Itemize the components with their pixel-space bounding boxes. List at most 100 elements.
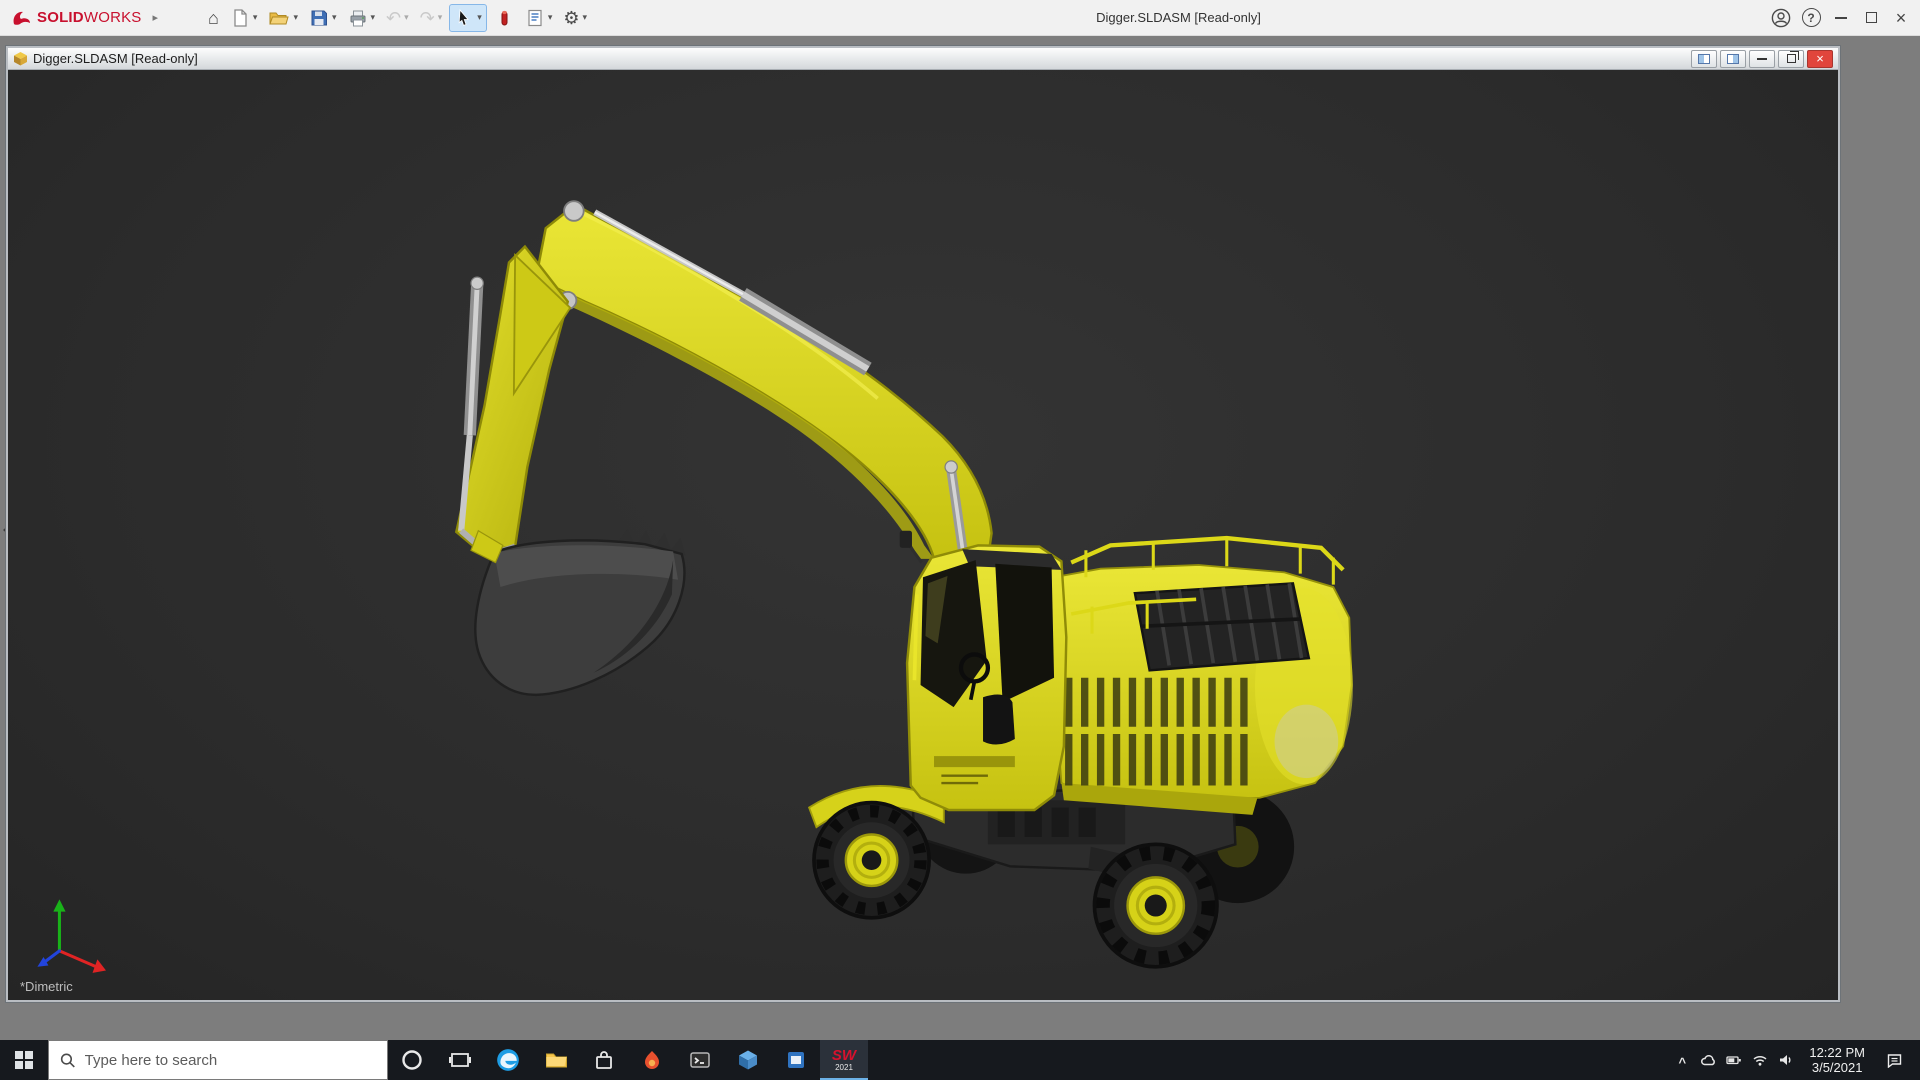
home-button[interactable]: ⌂	[204, 4, 223, 32]
new-document-button[interactable]: ▾	[226, 4, 262, 32]
taskbar-item-task-view[interactable]	[436, 1040, 484, 1080]
undo-button[interactable]: ↶▾	[382, 4, 413, 32]
document-close-button[interactable]: ×	[1807, 50, 1833, 68]
document-title: Digger.SLDASM [Read-only]	[33, 51, 198, 66]
side-mirror	[900, 531, 912, 548]
app-titlebar: SOLIDWORKS ▸ ⌂ ▾ ▾ ▾ ▾ ↶▾ ↷▾ ▾	[0, 0, 1920, 36]
redo-icon: ↷	[420, 9, 435, 27]
window-title: Digger.SLDASM [Read-only]	[591, 10, 1766, 25]
taskbar-item-solidworks[interactable]: SW 2021	[820, 1040, 868, 1080]
taskbar-item-cortana[interactable]	[388, 1040, 436, 1080]
front-right-wheel[interactable]	[1094, 844, 1216, 966]
tray-volume[interactable]	[1773, 1040, 1799, 1080]
maximize-icon	[1866, 12, 1877, 23]
start-button[interactable]	[0, 1040, 48, 1080]
chevron-down-icon[interactable]: ▾	[548, 12, 553, 23]
red-cylinder-icon	[494, 8, 514, 28]
chevron-down-icon[interactable]: ▾	[332, 12, 337, 23]
solidworks-2021-icon: SW 2021	[832, 1048, 856, 1072]
excavator-3d-model[interactable]	[8, 70, 1838, 1000]
graphics-viewport[interactable]: *Dimetric	[8, 70, 1838, 1000]
options-gear-icon: ⚙	[563, 9, 579, 27]
open-button[interactable]: ▾	[264, 4, 302, 32]
search-icon	[60, 1052, 76, 1069]
chevron-up-icon: ^	[1679, 1055, 1687, 1070]
account-button[interactable]	[1766, 2, 1796, 34]
action-center-button[interactable]	[1875, 1040, 1913, 1080]
taskbar-item-file-explorer[interactable]	[532, 1040, 580, 1080]
chevron-down-icon[interactable]: ▾	[438, 12, 443, 23]
minimize-button[interactable]	[1826, 2, 1856, 34]
search-input[interactable]	[85, 1052, 376, 1069]
taskbar-search[interactable]	[48, 1040, 388, 1080]
quick-access-toolbar: ⌂ ▾ ▾ ▾ ▾ ↶▾ ↷▾ ▾ ▾ ⚙▾	[204, 4, 591, 32]
pane-split-left-button[interactable]	[1691, 50, 1717, 68]
minimize-icon	[1757, 58, 1767, 60]
edge-browser-icon	[495, 1047, 521, 1073]
reference-tool-button[interactable]	[490, 4, 518, 32]
restore-icon	[1787, 54, 1796, 63]
minimize-icon	[1835, 17, 1847, 19]
save-icon	[309, 8, 329, 28]
mdi-area: Digger.SLDASM [Read-only] ×	[0, 36, 1920, 1040]
clock-date: 3/5/2021	[1809, 1060, 1865, 1075]
wifi-icon	[1752, 1052, 1768, 1068]
battery-icon	[1726, 1052, 1742, 1068]
help-button[interactable]: ?	[1796, 2, 1826, 34]
chevron-down-icon[interactable]: ▾	[583, 12, 588, 23]
chevron-down-icon[interactable]: ▾	[477, 12, 482, 23]
task-view-icon	[448, 1048, 472, 1072]
cab[interactable]	[900, 531, 1067, 810]
tray-battery[interactable]	[1721, 1040, 1747, 1080]
clock-time: 12:22 PM	[1809, 1045, 1865, 1060]
split-pane-right-icon	[1727, 54, 1739, 64]
taskbar-item-solidworks-file[interactable]	[724, 1040, 772, 1080]
front-left-wheel[interactable]	[814, 803, 929, 918]
taskbar-item-app-red[interactable]	[628, 1040, 676, 1080]
save-button[interactable]: ▾	[305, 4, 341, 32]
cloud-icon	[1700, 1052, 1716, 1068]
brand-text-works: WORKS	[84, 9, 142, 26]
taskbar-clock[interactable]: 12:22 PM 3/5/2021	[1799, 1045, 1875, 1075]
close-button[interactable]: ×	[1886, 2, 1916, 34]
document-minimize-button[interactable]	[1749, 50, 1775, 68]
flame-app-icon	[640, 1048, 664, 1072]
document-titlebar[interactable]: Digger.SLDASM [Read-only] ×	[8, 48, 1838, 70]
select-tool-button[interactable]: ▾	[449, 4, 487, 32]
tray-network[interactable]	[1747, 1040, 1773, 1080]
bucket[interactable]	[471, 528, 685, 695]
blue-window-icon	[784, 1048, 808, 1072]
options-button[interactable]: ⚙▾	[559, 4, 591, 32]
pane-split-right-button[interactable]	[1720, 50, 1746, 68]
open-folder-icon	[268, 8, 290, 28]
document-restore-button[interactable]	[1778, 50, 1804, 68]
chevron-down-icon[interactable]: ▾	[371, 12, 376, 23]
chevron-down-icon[interactable]: ▾	[253, 12, 258, 23]
store-bag-icon	[592, 1048, 616, 1072]
terminal-icon	[688, 1048, 712, 1072]
solidworks-logo: SOLIDWORKS ▸	[0, 9, 168, 27]
taskbar-item-terminal[interactable]	[676, 1040, 724, 1080]
chevron-down-icon[interactable]: ▾	[404, 12, 409, 23]
chevron-down-icon[interactable]: ▾	[293, 12, 298, 23]
taskbar-item-edge[interactable]	[484, 1040, 532, 1080]
boom-arm[interactable]	[536, 201, 992, 559]
document-window-controls: ×	[1691, 50, 1833, 68]
tray-onedrive[interactable]	[1695, 1040, 1721, 1080]
document-window: Digger.SLDASM [Read-only] ×	[6, 46, 1840, 1002]
upper-body[interactable]	[1049, 538, 1353, 815]
maximize-button[interactable]	[1856, 2, 1886, 34]
taskbar-item-window-app[interactable]	[772, 1040, 820, 1080]
redo-button[interactable]: ↷▾	[416, 4, 447, 32]
file-properties-button[interactable]: ▾	[521, 4, 557, 32]
orientation-triad	[37, 899, 106, 972]
undo-icon: ↶	[386, 9, 401, 27]
3ds-logo-icon	[12, 10, 32, 26]
brand-expand-arrow[interactable]: ▸	[153, 11, 159, 24]
split-pane-left-icon	[1698, 54, 1710, 64]
tray-overflow-button[interactable]: ^	[1669, 1040, 1695, 1080]
speaker-icon	[1778, 1052, 1794, 1068]
taskbar-item-store[interactable]	[580, 1040, 628, 1080]
cortana-icon	[400, 1048, 424, 1072]
print-button[interactable]: ▾	[344, 4, 380, 32]
